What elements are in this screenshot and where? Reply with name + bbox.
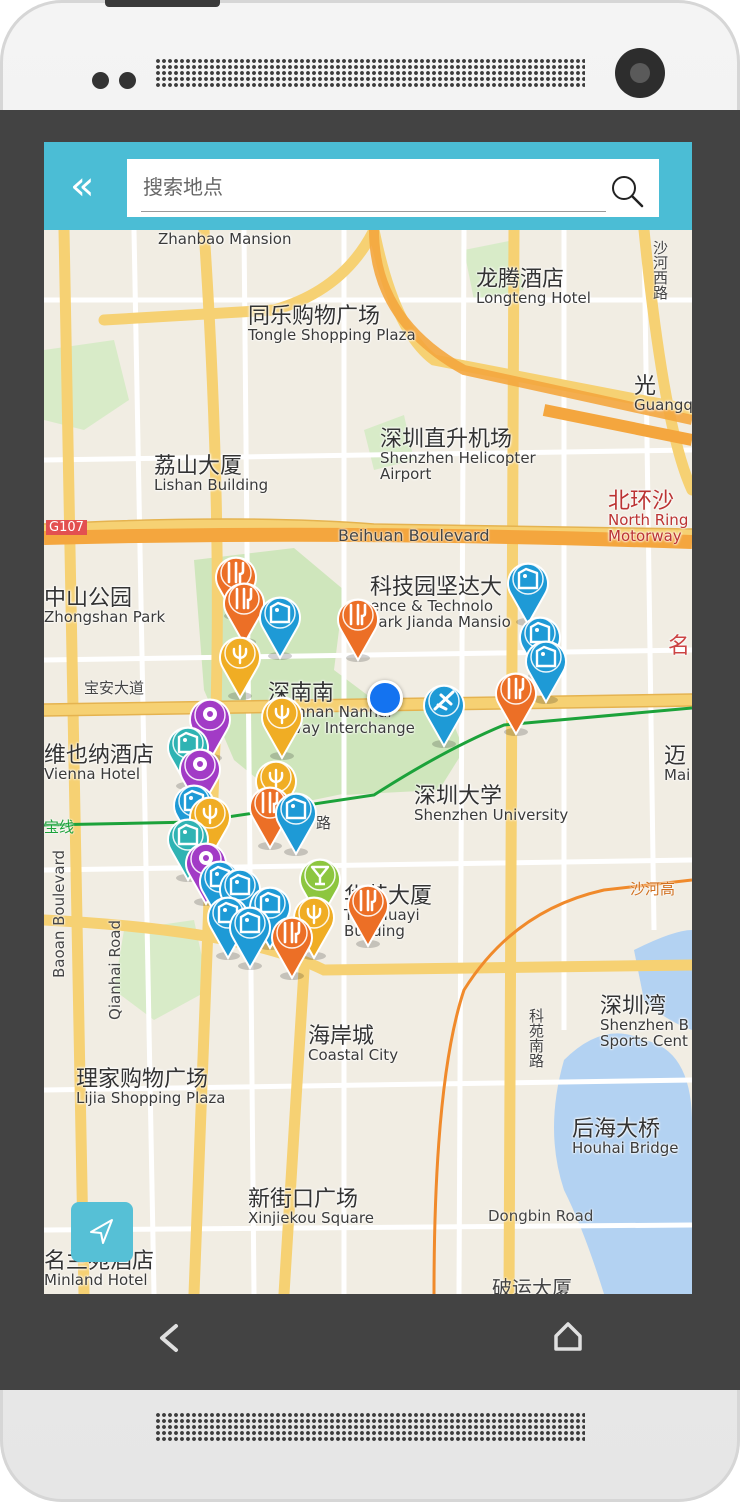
road-beihuan-boulevard: Beihuan Boulevard [338,526,490,545]
locate-me-button[interactable] [71,1202,133,1262]
place-ming: 名 [668,634,691,659]
place-mai: 迈 Mai [664,744,691,785]
top-speaker-grille [155,58,585,88]
place-zhanbao-mansion: Zhanbao Mansion [158,230,292,248]
restaurant-icon [337,598,379,663]
road-dongbin-road: Dongbin Road [488,1207,594,1225]
road-shahe-west: 沙河西路 [651,240,669,300]
light-sensor [119,72,136,89]
hotel-icon [261,696,303,761]
restaurant-icon [347,884,389,949]
search-underline [141,211,606,212]
power-button [105,0,220,7]
search-header: « [44,142,692,230]
place-vienna-hotel: 维也纳酒店 Vienna Hotel [44,743,155,784]
search-box [127,159,659,217]
place-longteng-hotel: 龙腾酒店 Longteng Hotel [476,267,591,308]
road-shahe-highway: 沙河高 [630,880,676,898]
place-lijia-shopping-plaza: 理家购物广场 Lijia Shopping Plaza [76,1067,226,1108]
app-screen: « 搜索地点 Zhanbao Mansion 龙腾酒店 Longteng Hot… [44,142,692,1294]
airport-icon [423,684,465,749]
back-arrow-icon[interactable] [150,1318,190,1358]
shop-pin[interactable] [224,900,276,972]
place-shenzhen-university: 深圳大学 Shenzhen University [414,784,569,825]
road-baoan-boulevard: Baoan Boulevard [50,850,68,978]
double-chevron-left-icon: « [70,163,95,209]
back-button[interactable]: « [70,166,110,206]
my-location-dot [367,680,403,716]
restaurant-pin[interactable] [490,666,542,738]
road-baoan-avenue: 宝安大道 [84,679,145,697]
shop-icon [275,792,317,857]
place-lishan-building: 荔山大厦 Lishan Building [154,454,269,495]
place-zhongshan-park: 中山公园 Zhongshan Park [44,586,166,627]
place-poyun-building: 破运大厦 [492,1276,572,1294]
place-houhai-bridge: 后海大桥 Houhai Bridge [572,1117,679,1158]
place-tongle-shopping-plaza: 同乐购物广场 Tongle Shopping Plaza [248,304,416,345]
location-arrow-icon [90,1219,113,1244]
place-shenzhen-bay-sports-center: 深圳湾 Shenzhen B Sports Cent [600,994,689,1050]
road-g107-badge: G107 [46,520,87,535]
front-camera [615,48,665,98]
search-input[interactable] [141,167,595,207]
map-view[interactable]: Zhanbao Mansion 龙腾酒店 Longteng Hotel 同乐购物广… [44,230,692,1294]
road-keyuan-south: 科苑南路 [527,1008,545,1068]
search-icon[interactable] [610,174,644,208]
shop-pin[interactable] [270,786,322,858]
proximity-sensor [92,72,109,89]
place-xinjiekou-square: 新街口广场 Xinjiekou Square [248,1187,374,1228]
restaurant-pin[interactable] [342,878,394,950]
hotel-pin[interactable] [256,690,308,762]
place-guangqiao: 光 Guangq [634,374,692,415]
airport-pin[interactable] [418,678,470,750]
metro-line-label: 宝线 [44,818,75,836]
phone-frame: « 搜索地点 Zhanbao Mansion 龙腾酒店 Longteng Hot… [0,0,740,1502]
place-shenzhen-helicopter-airport: 深圳直升机场 Shenzhen Helicopter Airport [380,427,536,483]
place-north-ring-motorway: 北环沙 North Ring Motorway [608,489,689,545]
shop-icon [229,906,271,971]
place-coastal-city: 海岸城 Coastal City [308,1024,399,1065]
restaurant-icon [495,672,537,737]
home-icon[interactable] [548,1316,588,1356]
restaurant-pin[interactable] [332,592,384,664]
road-qianhai: Qianhai Road [106,920,124,1020]
bottom-speaker-grille [155,1412,585,1442]
